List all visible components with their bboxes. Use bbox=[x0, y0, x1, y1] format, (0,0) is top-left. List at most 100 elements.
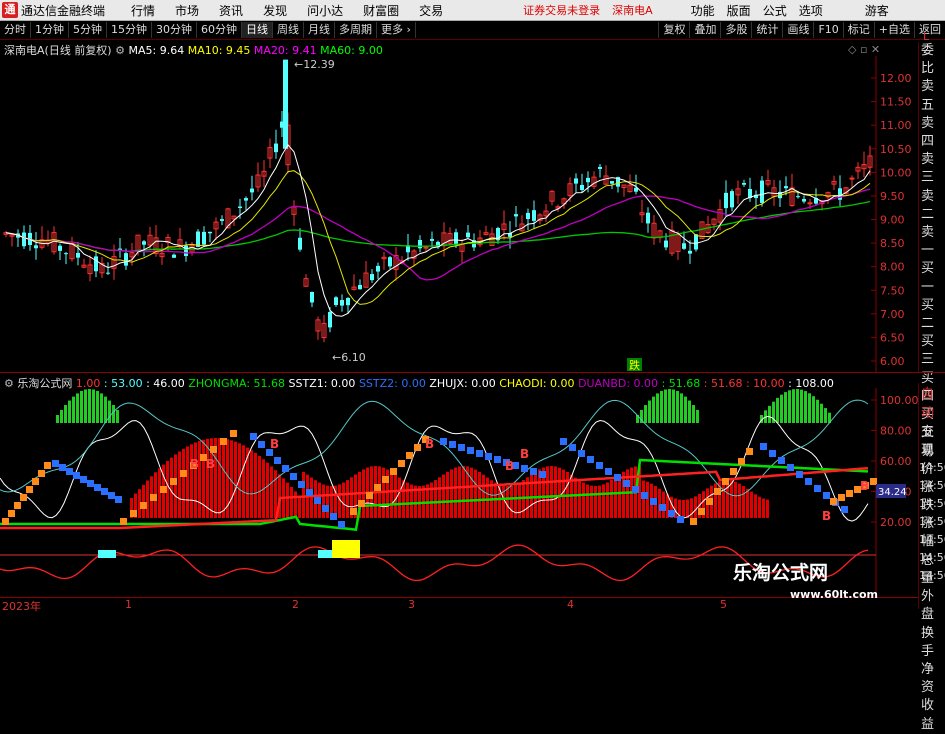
step-block bbox=[730, 468, 737, 475]
menu-bar: 通 通达信金融终端 行情 市场 资讯 发现 问小达 财富圈 交易 证券交易未登录… bbox=[0, 0, 945, 21]
btn-adjust[interactable]: 复权 bbox=[658, 22, 689, 38]
btn-mark[interactable]: 标记 bbox=[842, 22, 874, 38]
green-bar bbox=[84, 389, 87, 423]
candle-body bbox=[610, 181, 614, 184]
step-block bbox=[322, 505, 329, 512]
tab-5min[interactable]: 5分钟 bbox=[69, 22, 107, 38]
red-bar bbox=[178, 451, 181, 518]
tab-more[interactable]: 更多 › bbox=[377, 22, 416, 38]
tab-15min[interactable]: 15分钟 bbox=[107, 22, 152, 38]
step-block bbox=[101, 488, 108, 495]
step-block bbox=[760, 443, 767, 450]
red-bar bbox=[310, 477, 313, 518]
step-block bbox=[14, 502, 21, 509]
red-bar bbox=[478, 471, 481, 518]
btn-back[interactable]: 返回 bbox=[914, 22, 945, 38]
red-bar bbox=[682, 499, 685, 518]
time-item: 14:56 bbox=[919, 533, 945, 546]
red-bar bbox=[658, 488, 661, 518]
step-block bbox=[120, 518, 127, 525]
btn-add-watchlist[interactable]: +自选 bbox=[873, 22, 914, 38]
green-bar bbox=[688, 400, 691, 423]
step-block bbox=[358, 500, 365, 507]
step-block bbox=[846, 490, 853, 497]
green-bar bbox=[656, 393, 659, 423]
pane-divider[interactable] bbox=[0, 372, 945, 373]
green-bar bbox=[812, 396, 815, 423]
step-block bbox=[140, 502, 147, 509]
step-block bbox=[738, 458, 745, 465]
time-label-feb: 2 bbox=[292, 598, 299, 611]
red-bar bbox=[446, 471, 449, 518]
btn-draw[interactable]: 画线 bbox=[782, 22, 813, 38]
candle-body bbox=[724, 192, 728, 209]
red-bar bbox=[486, 477, 489, 518]
green-bar bbox=[116, 409, 119, 423]
menu-discover[interactable]: 发现 bbox=[263, 2, 287, 19]
panel-item-turnover: 换手 bbox=[921, 625, 935, 659]
red-bar bbox=[610, 479, 613, 518]
step-block bbox=[20, 494, 27, 501]
trade-label[interactable]: 交易 bbox=[919, 421, 945, 459]
btn-multi-stock[interactable]: 多股 bbox=[720, 22, 751, 38]
window-control-icons[interactable]: ◇ ▫ ✕ bbox=[848, 43, 880, 56]
candle-body bbox=[646, 212, 650, 224]
red-bar bbox=[742, 486, 745, 518]
menu-quotes[interactable]: 行情 bbox=[131, 2, 155, 19]
tab-multi-period[interactable]: 多周期 bbox=[335, 22, 377, 38]
btn-f10[interactable]: F10 bbox=[813, 22, 842, 38]
auto-label[interactable]: 自动 bbox=[919, 383, 945, 421]
guest-button[interactable]: 游客 bbox=[865, 2, 889, 19]
menu-formula[interactable]: 公式 bbox=[763, 2, 787, 19]
panel-item-sell3: 卖三 bbox=[921, 152, 935, 186]
red-bar bbox=[190, 444, 193, 518]
step-block bbox=[52, 460, 59, 467]
price-tick-label: 10.00 bbox=[880, 166, 912, 179]
green-bar bbox=[784, 392, 787, 423]
menu-layout[interactable]: 版面 bbox=[727, 2, 751, 19]
green-bar bbox=[684, 396, 687, 423]
tab-monthly[interactable]: 月线 bbox=[304, 22, 335, 38]
red-bar bbox=[218, 438, 221, 518]
menu-trade[interactable]: 交易 bbox=[419, 2, 443, 19]
candle-body bbox=[274, 143, 278, 153]
menu-news[interactable]: 资讯 bbox=[219, 2, 243, 19]
btn-overlay[interactable]: 叠加 bbox=[689, 22, 720, 38]
tab-daily[interactable]: 日线 bbox=[242, 22, 273, 38]
menu-function[interactable]: 功能 bbox=[691, 2, 715, 19]
menu-options[interactable]: 选项 bbox=[799, 2, 823, 19]
step-block bbox=[870, 478, 877, 485]
menu-ask[interactable]: 问小达 bbox=[307, 2, 343, 19]
tab-60min[interactable]: 60分钟 bbox=[197, 22, 242, 38]
red-bar bbox=[194, 442, 197, 518]
axis-marker-value: 34.24 bbox=[878, 487, 907, 498]
candle-body bbox=[298, 237, 302, 250]
step-block bbox=[210, 446, 217, 453]
tab-1min[interactable]: 1分钟 bbox=[31, 22, 69, 38]
menu-market[interactable]: 市场 bbox=[175, 2, 199, 19]
menu-wealth[interactable]: 财富圈 bbox=[363, 2, 399, 19]
red-bar bbox=[294, 491, 297, 518]
tab-weekly[interactable]: 周线 bbox=[273, 22, 304, 38]
red-bar bbox=[646, 481, 649, 518]
red-bar bbox=[342, 482, 345, 518]
red-bar bbox=[146, 480, 149, 518]
price-tick-label: 11.50 bbox=[880, 96, 912, 109]
step-block bbox=[180, 470, 187, 477]
red-bar bbox=[586, 484, 589, 518]
green-bar bbox=[768, 405, 771, 423]
step-block bbox=[746, 448, 753, 455]
red-bar bbox=[290, 486, 293, 518]
candle-body bbox=[172, 254, 176, 258]
green-bar bbox=[664, 389, 667, 423]
red-bar bbox=[202, 439, 205, 518]
tab-intraday[interactable]: 分时 bbox=[0, 22, 31, 38]
candle-body bbox=[124, 253, 128, 266]
ma20-line bbox=[5, 188, 871, 281]
step-block bbox=[170, 478, 177, 485]
step-block bbox=[38, 470, 45, 477]
tab-30min[interactable]: 30分钟 bbox=[152, 22, 197, 38]
step-block bbox=[560, 438, 567, 445]
btn-stats[interactable]: 统计 bbox=[751, 22, 782, 38]
red-bar bbox=[686, 499, 689, 518]
